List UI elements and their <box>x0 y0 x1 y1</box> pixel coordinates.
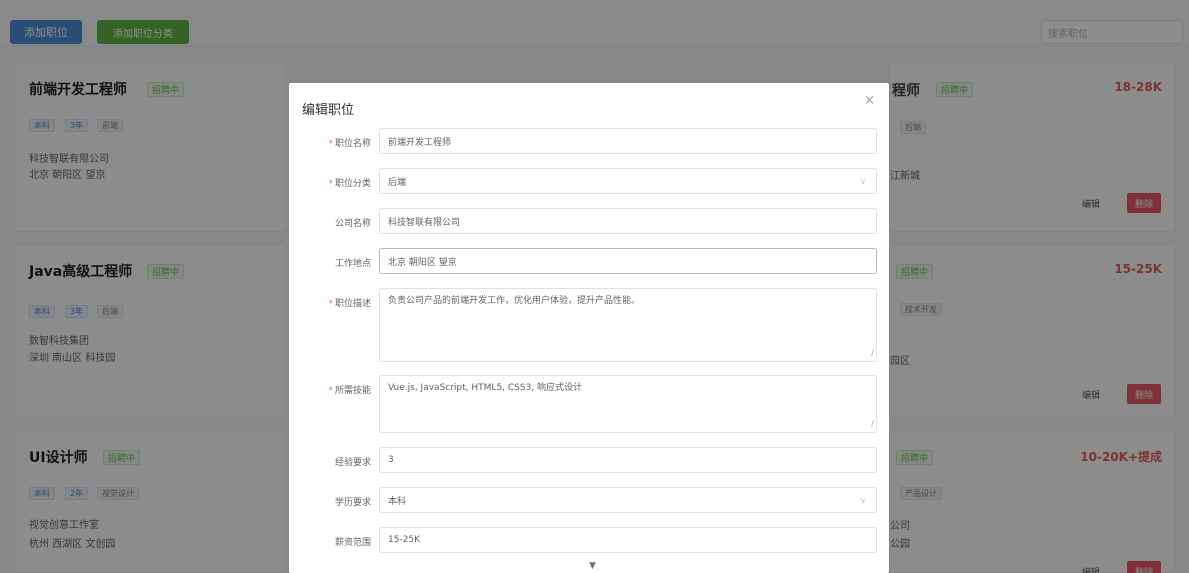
experience-input[interactable]: 3 <box>379 447 877 473</box>
field-label: * 所需技能 <box>328 383 371 396</box>
education-select[interactable]: 本科 ∨ <box>379 487 877 513</box>
form-row-location: 工作地点 北京 朝阳区 望京 <box>289 248 889 274</box>
dialog-title: 编辑职位 <box>302 103 355 118</box>
education-label: 学历要求 <box>334 498 371 508</box>
scroll-down-icon[interactable]: ▼ <box>589 561 596 571</box>
location-input[interactable]: 北京 朝阳区 望京 <box>379 248 877 274</box>
form-row-education: 学历要求 本科 ∨ <box>289 487 889 513</box>
job-category-value: 后端 <box>388 177 407 188</box>
skills-value: Vue.js, JavaScript, HTML5, CSS3, 响应式设计 <box>388 383 583 393</box>
field-label: * 职位名称 <box>328 136 371 149</box>
form-row-job-name: * 职位名称 前端开发工程师 <box>289 128 889 154</box>
form-row-description: * 职位描述 负责公司产品的前端开发工作，优化用户体验，提升产品性能。 ∕ <box>289 288 889 362</box>
education-value: 本科 <box>388 496 407 507</box>
chevron-down-icon: ∨ <box>860 177 866 186</box>
field-label: * 职位描述 <box>328 296 371 309</box>
job-category-select[interactable]: 后端 ∨ <box>379 168 877 194</box>
location-label: 工作地点 <box>334 259 371 269</box>
chevron-down-icon: ∨ <box>860 496 866 505</box>
salary-input[interactable]: 15-25K <box>379 527 877 553</box>
description-label: 职位描述 <box>334 299 371 309</box>
company-input[interactable]: 科技智联有限公司 <box>379 208 877 234</box>
description-value: 负责公司产品的前端开发工作，优化用户体验，提升产品性能。 <box>388 296 641 306</box>
form-row-skills: * 所需技能 Vue.js, JavaScript, HTML5, CSS3, 响… <box>289 375 889 433</box>
salary-label: 薪资范围 <box>334 538 371 548</box>
close-icon[interactable]: × <box>864 93 875 108</box>
required-mark: * <box>328 179 333 189</box>
field-label: * 职位分类 <box>328 176 371 189</box>
resize-handle-icon[interactable]: ∕ <box>871 417 874 431</box>
form-row-job-category: * 职位分类 后端 ∨ <box>289 168 889 194</box>
description-textarea[interactable]: 负责公司产品的前端开发工作，优化用户体验，提升产品性能。 ∕ <box>379 288 877 362</box>
skills-textarea[interactable]: Vue.js, JavaScript, HTML5, CSS3, 响应式设计 ∕ <box>379 375 877 433</box>
experience-label: 经验要求 <box>334 458 371 468</box>
job-category-label: 职位分类 <box>334 179 371 189</box>
edit-job-dialog: 编辑职位 × * 职位名称 前端开发工程师 * 职位分类 后端 ∨ 公司名称 科技智… <box>289 83 889 573</box>
form-row-salary: 薪资范围 15-25K <box>289 527 889 553</box>
form-row-experience: 经验要求 3 <box>289 447 889 473</box>
job-name-input[interactable]: 前端开发工程师 <box>379 128 877 154</box>
resize-handle-icon[interactable]: ∕ <box>871 346 874 360</box>
form-row-company: 公司名称 科技智联有限公司 <box>289 208 889 234</box>
job-name-label: 职位名称 <box>334 139 371 149</box>
skills-label: 所需技能 <box>334 386 371 396</box>
required-mark: * <box>328 386 333 396</box>
company-label: 公司名称 <box>334 219 371 229</box>
required-mark: * <box>328 139 333 149</box>
required-mark: * <box>328 299 333 309</box>
